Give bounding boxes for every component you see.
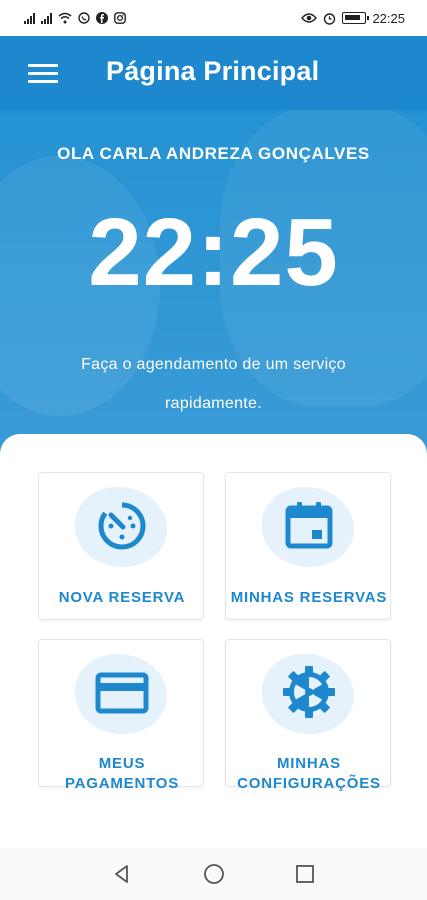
status-left [24,12,126,24]
meus-pagamentos-button[interactable]: MEUS PAGAMENTOS [38,639,204,792]
status-time: 22:25 [372,10,405,26]
timer-icon [98,502,146,550]
status-right: 22:25 [301,11,405,26]
alarm-icon [324,12,336,25]
home-icon[interactable] [202,862,226,886]
clock-display: 22:25 [88,199,339,306]
wifi-icon [58,12,72,24]
calendar-icon [285,502,333,549]
hamburger-menu-icon[interactable] [28,64,58,84]
eye-icon [301,13,318,23]
card-label-line2: PAGAMENTOS [64,775,180,792]
nova-reserva-button[interactable]: NOVA RESERVA [38,472,204,620]
card-label-line1: MEUS [98,755,146,772]
navigation-bar [0,848,427,900]
minhas-configuracoes-button[interactable]: MINHAS CONFIGURAÇÕES [225,639,391,792]
page-title: Página Principal [106,56,320,86]
instagram-icon [114,12,126,24]
hero-subtitle: Faça o agendamento de um serviço rapidam… [81,356,346,412]
card-label-line1: MINHAS [277,755,341,772]
recents-icon[interactable] [293,862,317,886]
minhas-reservas-button[interactable]: MINHAS RESERVAS [225,472,391,620]
status-bar: 22:25 [0,0,427,36]
app-bar: Página Principal [0,36,427,110]
card-label-line2: CONFIGURAÇÕES [237,775,381,792]
back-icon[interactable] [110,862,134,886]
card-label: NOVA RESERVA [58,589,186,606]
greeting-text: OLA CARLA ANDREZA GONÇALVES [57,144,370,163]
facebook-icon [96,12,108,24]
credit-card-icon [95,672,149,714]
battery-icon [342,12,370,24]
signal-icon [24,12,35,24]
card-label: MINHAS RESERVAS [230,589,388,606]
whatsapp-icon [78,12,90,24]
gear-icon [283,666,335,718]
menu-panel: NOVA RESERVA MINHAS RESERVAS MEUS PAGAME… [0,434,427,846]
signal-icon [41,12,52,24]
